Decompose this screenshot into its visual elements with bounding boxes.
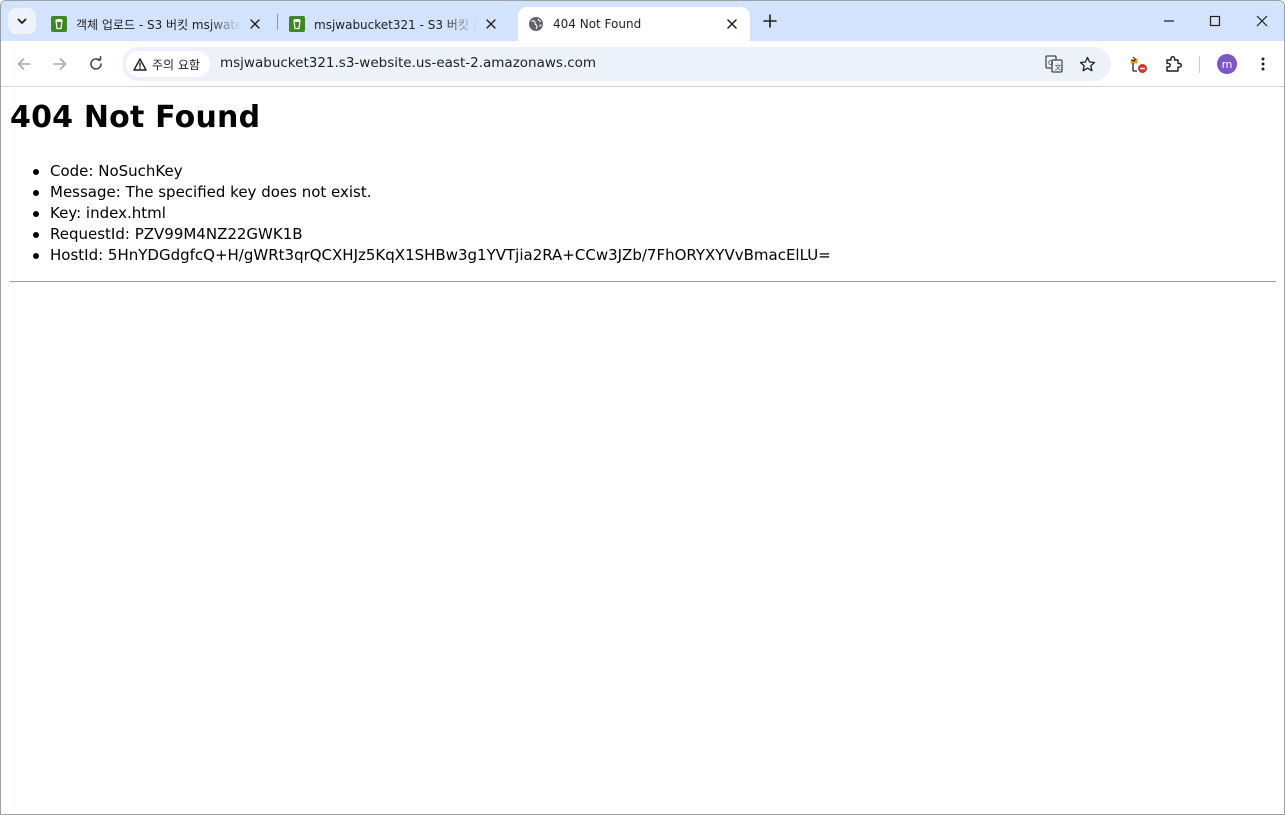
new-tab-button[interactable] — [758, 10, 782, 32]
browser-window: 객체 업로드 - S3 버킷 msjwatercontainer msjwabu… — [0, 0, 1285, 815]
forward-button[interactable] — [46, 50, 74, 78]
tab-search-button[interactable] — [8, 8, 36, 34]
extension-blocked-icon — [1130, 56, 1147, 73]
aws-s3-icon — [289, 16, 305, 32]
warning-icon — [133, 57, 147, 71]
tab-s3-upload[interactable]: 객체 업로드 - S3 버킷 msjwatercontainer — [47, 7, 275, 41]
back-button[interactable] — [10, 50, 38, 78]
error-code: Code: NoSuchKey — [33, 161, 831, 182]
tab-close-button[interactable] — [247, 16, 263, 32]
maximize-icon — [1209, 15, 1221, 27]
arrow-right-icon — [53, 58, 67, 70]
error-host-id: HostId: 5HnYDGdgfcQ+H/gWRt3qrQCXHJz5KqX1… — [33, 246, 831, 264]
close-icon — [1256, 15, 1268, 27]
page-title: 404 Not Found — [10, 100, 261, 135]
error-message: Message: The specified key does not exis… — [33, 182, 831, 203]
error-key: Key: index.html — [33, 203, 831, 224]
bookmark-button[interactable] — [1076, 53, 1098, 75]
browser-menu-button[interactable] — [1251, 52, 1275, 76]
tab-separator — [277, 14, 278, 30]
tab-close-button[interactable] — [724, 16, 740, 32]
tab-s3-bucket[interactable]: msjwabucket321 - S3 버킷 | S3 | us-east-2 — [285, 7, 511, 41]
arrow-left-icon — [17, 58, 31, 70]
security-label: 주의 요함 — [152, 57, 200, 72]
close-icon — [727, 19, 737, 29]
browser-toolbar: 주의 요함 msjwabucket321.s3-website.us-east-… — [1, 41, 1284, 87]
tab-close-button[interactable] — [483, 16, 499, 32]
tab-title: 404 Not Found — [553, 17, 642, 31]
translate-icon: G文 — [1045, 55, 1063, 73]
minimize-icon — [1164, 20, 1174, 22]
window-close-button[interactable] — [1239, 1, 1284, 41]
extension-blocker-button[interactable] — [1126, 52, 1150, 76]
tab-title: 객체 업로드 - S3 버킷 msjwatercontainer — [76, 17, 241, 32]
security-indicator[interactable]: 주의 요함 — [126, 51, 210, 77]
error-request-id: RequestId: PZV99M4NZ22GWK1B — [33, 224, 831, 245]
close-icon — [486, 19, 496, 29]
svg-text:文: 文 — [1055, 63, 1062, 72]
svg-text:G: G — [1048, 59, 1053, 67]
star-icon — [1079, 56, 1095, 71]
address-bar[interactable]: 주의 요함 msjwabucket321.s3-website.us-east-… — [122, 47, 1111, 81]
globe-icon — [529, 17, 543, 31]
tab-title: msjwabucket321 - S3 버킷 | S3 | us-east-2 — [314, 17, 477, 32]
translate-button[interactable]: G文 — [1043, 53, 1065, 75]
reload-button[interactable] — [82, 50, 110, 78]
toolbar-separator — [1199, 56, 1200, 73]
aws-s3-icon — [51, 16, 67, 32]
reload-icon — [90, 56, 102, 70]
chevron-down-icon — [17, 18, 27, 24]
profile-avatar[interactable]: m — [1217, 54, 1237, 74]
error-details-list: Code: NoSuchKey Message: The specified k… — [33, 161, 831, 266]
horizontal-rule — [10, 281, 1276, 282]
page-content: 404 Not Found Code: NoSuchKey Message: T… — [1, 88, 1284, 814]
more-vertical-icon — [1261, 57, 1265, 71]
tab-strip: 객체 업로드 - S3 버킷 msjwatercontainer msjwabu… — [1, 1, 1284, 41]
close-icon — [250, 19, 260, 29]
minimize-button[interactable] — [1146, 1, 1192, 41]
extensions-button[interactable] — [1162, 52, 1186, 76]
puzzle-icon — [1166, 56, 1182, 72]
tab-404-not-found[interactable]: 404 Not Found — [518, 7, 750, 41]
plus-icon — [763, 14, 777, 28]
url-text[interactable]: msjwabucket321.s3-website.us-east-2.amaz… — [220, 55, 596, 71]
maximize-button[interactable] — [1192, 1, 1238, 41]
